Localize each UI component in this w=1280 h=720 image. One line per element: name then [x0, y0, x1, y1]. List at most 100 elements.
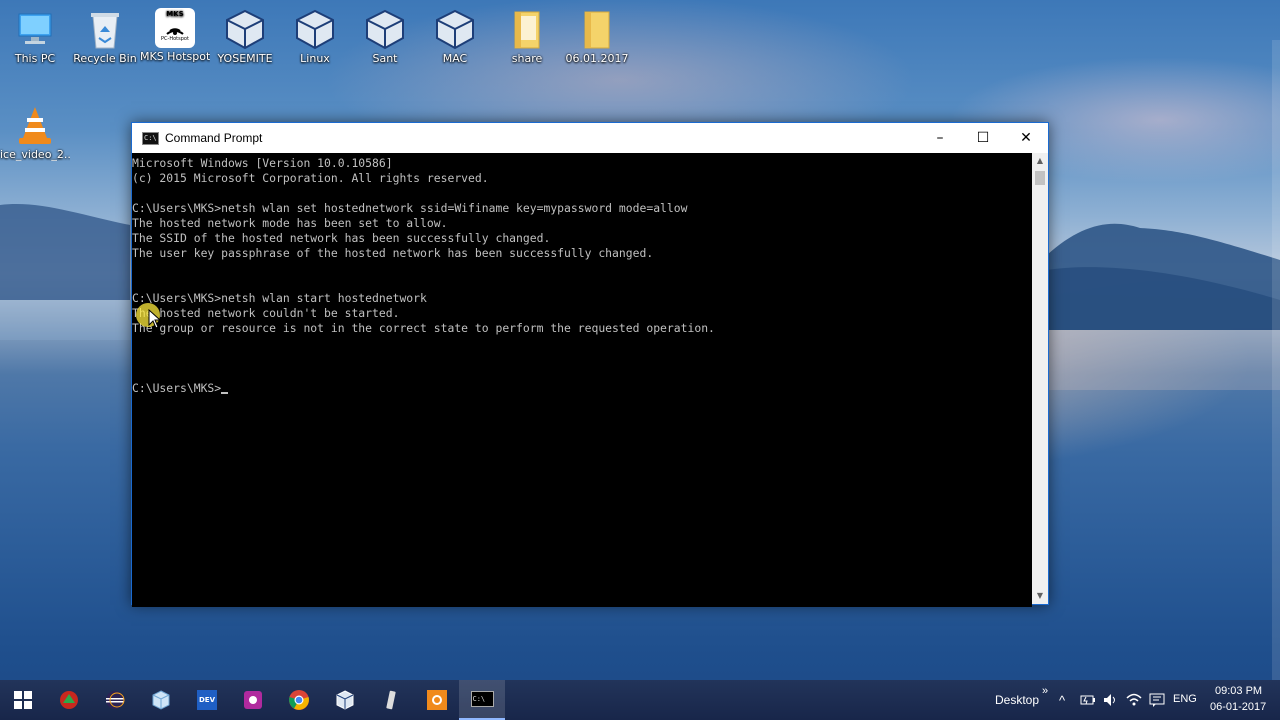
chrome-icon [289, 690, 309, 710]
console-output[interactable]: Microsoft Windows [Version 10.0.10586] (… [132, 153, 1032, 607]
window-titlebar[interactable]: C:\ Command Prompt – ☐ ✕ [132, 123, 1048, 153]
dev-app-text: DEV [198, 696, 215, 704]
console-prompt-line[interactable]: C:\Users\MKS> [132, 381, 1032, 396]
recycle-bin-icon [83, 8, 127, 50]
vlc-icon [13, 104, 57, 146]
taskbar-app-10[interactable]: C:\ [459, 680, 505, 720]
desktop-icon-label: Sant [372, 52, 398, 65]
desktop-icon-linux[interactable]: Linux [280, 8, 350, 65]
desktop-icon-recycle-bin[interactable]: Recycle Bin [70, 8, 140, 65]
desktop-icon-label: Linux [300, 52, 330, 65]
language-indicator[interactable]: ENG [1173, 693, 1197, 705]
console-line: The user key passphrase of the hosted ne… [132, 246, 654, 260]
command-prompt-icon: C:\ [470, 691, 494, 707]
desktop-icon-label: ice_video_2... [0, 148, 70, 161]
desktop-icon-vlc-video[interactable]: ice_video_2... [0, 104, 70, 161]
scroll-down-icon[interactable]: ▼ [1032, 588, 1048, 604]
console-line: The hosted network mode has been set to … [132, 216, 448, 230]
desktop-icon-share[interactable]: share [492, 8, 562, 65]
phone-icon [386, 690, 396, 710]
window-title: Command Prompt [165, 131, 263, 145]
vertical-scrollbar[interactable]: ▲ ▼ [1032, 153, 1048, 604]
windows-logo-icon [14, 691, 32, 709]
scroll-up-icon[interactable]: ▲ [1032, 153, 1048, 169]
purple-app-icon [244, 691, 262, 709]
orange-app-icon [427, 690, 447, 710]
mouse-pointer-icon [148, 309, 162, 329]
desktop-icon-label: This PC [14, 52, 56, 65]
taskbar-app-1[interactable] [46, 680, 92, 720]
dev-app-icon: DEV [197, 690, 217, 710]
cube-icon [152, 690, 170, 710]
desktop-icon-this-pc[interactable]: This PC [0, 8, 70, 65]
command-prompt-window[interactable]: C:\ Command Prompt – ☐ ✕ Microsoft Windo… [131, 122, 1049, 607]
console-line: The SSID of the hosted network has been … [132, 231, 551, 245]
clock-date[interactable]: 06-01-2017 [1210, 701, 1266, 713]
virtualbox-icon [336, 690, 354, 710]
virtualbox-icon [363, 8, 407, 50]
desktop-icon-label: MAC [442, 52, 468, 65]
hotspot-badge-text: MKS [166, 10, 184, 18]
virtualbox-icon [433, 8, 477, 50]
taskbar-app-6[interactable] [276, 680, 322, 720]
command-prompt-icon[interactable]: C:\ [142, 131, 159, 145]
desktop-icon-label: YOSEMITE [217, 52, 273, 65]
desktop-toolbar-label[interactable]: Desktop [995, 693, 1039, 707]
minimize-icon: – [936, 130, 944, 146]
console-line: C:\Users\MKS>netsh wlan start hostednetw… [132, 291, 427, 305]
red-green-app-icon [60, 691, 78, 709]
start-button[interactable] [0, 680, 46, 720]
virtualbox-icon [293, 8, 337, 50]
desktop-icon-label: 06.01.2017 [565, 52, 629, 65]
desktop-toolbar-chevron[interactable]: » [1042, 685, 1048, 697]
taskbar-app-8[interactable] [368, 680, 414, 720]
desktop-icon-label: Recycle Bin [73, 52, 137, 65]
console-line: C:\Users\MKS>netsh wlan set hostednetwor… [132, 201, 688, 215]
console-line: The hosted network couldn't be started. [132, 306, 400, 320]
minimize-button[interactable]: – [918, 123, 962, 153]
desktop-icon-label: MKS Hotspot [140, 50, 210, 63]
desktop-icon-mac[interactable]: MAC [420, 8, 490, 65]
desktop-icon-label: share [511, 52, 543, 65]
eclipse-icon [106, 691, 125, 709]
desktop-icon-yosemite[interactable]: YOSEMITE [210, 8, 280, 65]
console-line: (c) 2015 Microsoft Corporation. All righ… [132, 171, 489, 185]
console-line: The group or resource is not in the corr… [132, 321, 715, 335]
mks-hotspot-icon: MKS PC-Hotspot [155, 8, 195, 48]
desktop-icon-sant[interactable]: Sant [350, 8, 420, 65]
close-icon: ✕ [1020, 130, 1032, 146]
taskbar-app-3[interactable] [138, 680, 184, 720]
desktop-edge-panel [1272, 40, 1280, 680]
taskbar: DEV C:\ Desktop » ^ ENG 09:03 PM 06-01-2… [0, 680, 1280, 720]
maximize-icon: ☐ [976, 130, 990, 146]
taskbar-app-9[interactable] [414, 680, 460, 720]
taskbar-app-4[interactable]: DEV [184, 680, 230, 720]
clock-time[interactable]: 09:03 PM [1215, 685, 1262, 697]
virtualbox-icon [223, 8, 267, 50]
power-icon[interactable] [1080, 693, 1096, 707]
taskbar-app-2[interactable] [92, 680, 138, 720]
console-line: Microsoft Windows [Version 10.0.10586] [132, 156, 393, 170]
hotspot-badge-sub: PC-Hotspot [161, 36, 189, 42]
this-pc-icon [13, 8, 57, 50]
wifi-icon[interactable] [1125, 692, 1143, 708]
maximize-button[interactable]: ☐ [961, 123, 1005, 153]
folder-icon [575, 8, 619, 50]
console-prompt: C:\Users\MKS> [132, 381, 222, 395]
desktop-icon-mks-hotspot[interactable]: MKS PC-Hotspot MKS Hotspot [140, 8, 210, 63]
volume-icon[interactable] [1103, 693, 1119, 707]
text-cursor [221, 392, 229, 394]
action-center-icon[interactable] [1149, 692, 1165, 708]
close-button[interactable]: ✕ [1004, 123, 1048, 153]
scrollbar-thumb[interactable] [1035, 171, 1045, 185]
taskbar-app-7[interactable] [322, 680, 368, 720]
show-hidden-icons-button[interactable]: ^ [1059, 693, 1065, 708]
taskbar-app-5[interactable] [230, 680, 276, 720]
desktop-icon-folder-06012017[interactable]: 06.01.2017 [562, 8, 632, 65]
